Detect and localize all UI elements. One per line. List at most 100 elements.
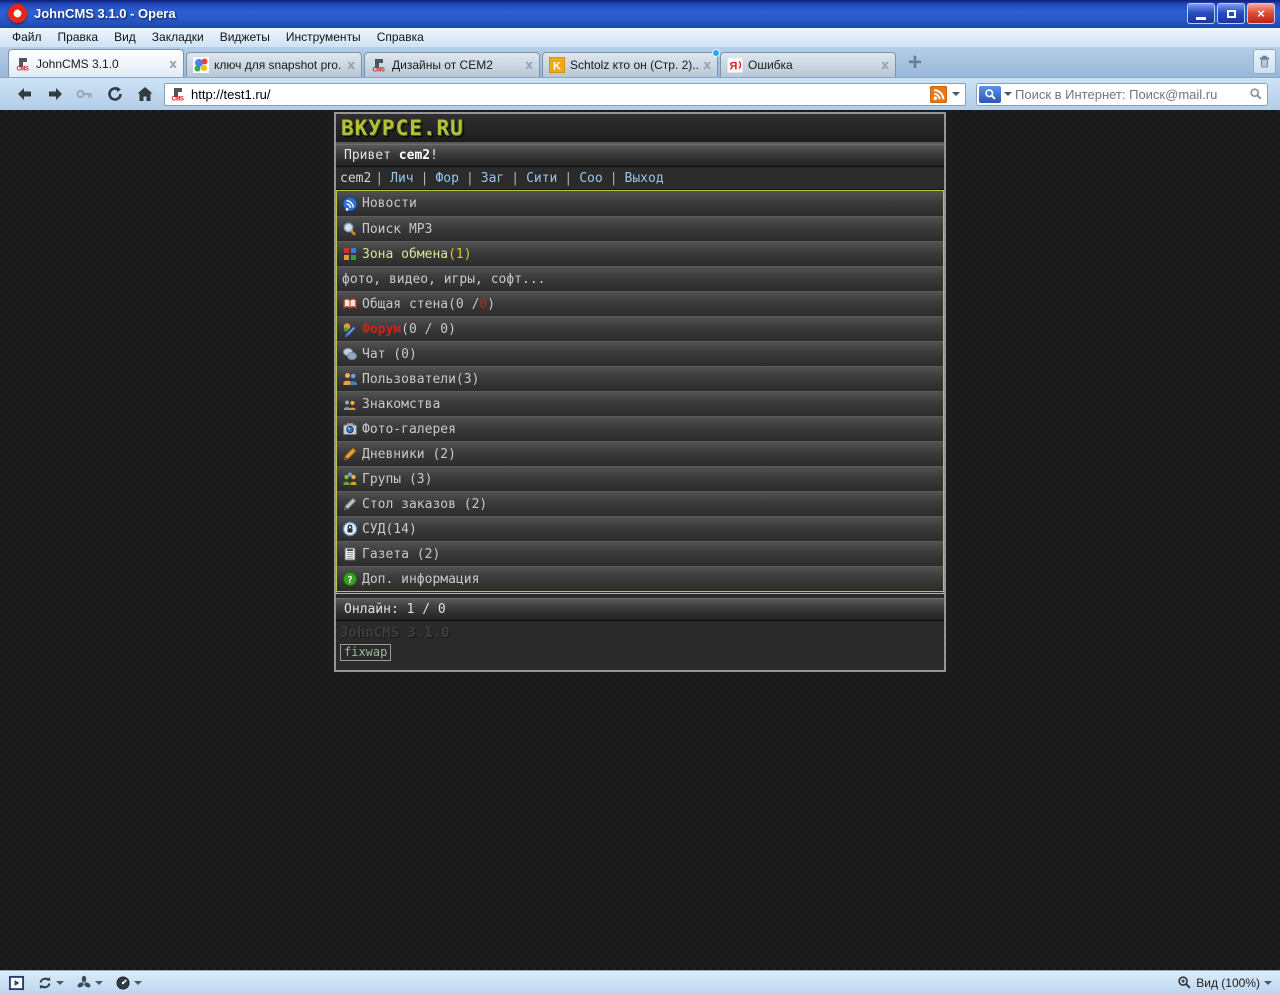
rss-dropdown-caret[interactable] <box>952 92 960 100</box>
nav-link-personal[interactable]: Лич <box>390 171 413 186</box>
orders-pencil-icon <box>342 496 358 512</box>
minimize-button[interactable] <box>1187 3 1215 24</box>
menu-item-exchange-zone[interactable]: Зона обмена (1) <box>337 241 943 266</box>
title-bar: JohnCMS 3.1.0 - Opera × <box>0 0 1280 28</box>
tab-close-icon[interactable]: x <box>703 58 711 72</box>
tab-snapshot-key[interactable]: ключ для snapshot pro... x <box>186 52 362 77</box>
new-tab-button[interactable]: + <box>908 51 922 75</box>
trash-icon <box>1257 54 1272 70</box>
reload-icon <box>105 84 125 104</box>
rss-icon[interactable] <box>930 86 947 103</box>
home-button[interactable] <box>130 82 160 106</box>
groups-icon <box>342 471 358 487</box>
search-field-container <box>976 83 1268 106</box>
nav-link-forum[interactable]: Фор <box>435 171 458 186</box>
closed-tabs-trash-button[interactable] <box>1253 49 1276 74</box>
search-engine-caret[interactable] <box>1004 92 1012 100</box>
main-menu: Новости Поиск MP3 Зона обмена (1) фото, … <box>336 190 944 594</box>
nav-link-city[interactable]: Сити <box>526 171 557 186</box>
close-icon: × <box>1257 7 1265 20</box>
tab-bar: CMS JohnCMS 3.1.0 x ключ для snapshot pr… <box>0 47 1280 78</box>
menu-item-newspaper[interactable]: Газета (2) <box>337 541 943 566</box>
browser-menu-bar: Файл Правка Вид Закладки Виджеты Инструм… <box>0 28 1280 47</box>
unite-icon <box>76 975 92 991</box>
tab-close-icon[interactable]: x <box>881 58 889 72</box>
tab-error[interactable]: Я Ошибка x <box>720 52 896 77</box>
back-button[interactable] <box>10 82 40 106</box>
question-icon: ? <box>342 571 358 587</box>
maximize-button[interactable] <box>1217 3 1245 24</box>
menu-item-forum[interactable]: Форум (0 / 0) <box>337 316 943 341</box>
k-favicon: K <box>549 57 565 73</box>
search-engine-button[interactable] <box>979 86 1001 103</box>
search-go-icon[interactable] <box>1249 87 1263 101</box>
cms-favicon: CMS <box>15 56 31 72</box>
menu-item-news[interactable]: Новости <box>337 191 943 216</box>
menu-item-wall[interactable]: Общая стена (0 / 0) <box>337 291 943 316</box>
address-field-container: CMS <box>164 83 966 106</box>
counter-badge[interactable]: fixwap <box>340 644 391 661</box>
svg-text:Я: Я <box>730 61 738 73</box>
sync-button[interactable] <box>37 975 64 991</box>
reload-button[interactable] <box>100 82 130 106</box>
forward-button[interactable] <box>40 82 70 106</box>
menu-item-chat[interactable]: Чат (0) <box>337 341 943 366</box>
nav-link-exit[interactable]: Выход <box>625 171 664 186</box>
turbo-button[interactable] <box>115 975 142 991</box>
minimize-icon <box>1196 17 1206 20</box>
menu-item-diaries[interactable]: Дневники (2) <box>337 441 943 466</box>
svg-text:?: ? <box>347 575 353 586</box>
menu-view[interactable]: Вид <box>106 28 144 47</box>
menu-tools[interactable]: Инструменты <box>278 28 369 47</box>
menu-item-extra-info[interactable]: ? Доп. информация <box>337 566 943 591</box>
unite-button[interactable] <box>76 975 103 991</box>
tab-close-icon[interactable]: x <box>525 58 533 72</box>
opera-logo-icon <box>8 4 27 23</box>
site-footer: JohnCMS 3.1.0 fixwap <box>336 621 944 670</box>
close-button[interactable]: × <box>1247 3 1275 24</box>
zoom-control[interactable]: Вид (100%) <box>1177 975 1272 990</box>
menu-item-groups[interactable]: Групы (3) <box>337 466 943 491</box>
nav-username: cem2 <box>340 171 371 186</box>
tab-close-icon[interactable]: x <box>169 57 177 71</box>
forum-icon <box>342 321 358 337</box>
menu-item-dating[interactable]: Знакомства <box>337 391 943 416</box>
chat-icon <box>342 346 358 362</box>
menu-file[interactable]: Файл <box>4 28 50 47</box>
turbo-caret[interactable] <box>134 981 142 989</box>
tab-johncms[interactable]: CMS JohnCMS 3.1.0 x <box>8 49 184 77</box>
yandex-favicon: Я <box>727 57 743 73</box>
site-container: ВКУРСЕ.RU Привет cem2! cem2 | Лич | Фор … <box>334 112 946 672</box>
menu-help[interactable]: Справка <box>369 28 432 47</box>
panels-toggle-button[interactable] <box>8 975 25 991</box>
tab-cem2-designs[interactable]: CMS Дизайны от CEM2 x <box>364 52 540 77</box>
address-input[interactable] <box>191 87 925 102</box>
menu-edit[interactable]: Правка <box>50 28 107 47</box>
tab-schtolz[interactable]: K Schtolz кто он (Стр. 2)... x <box>542 52 718 77</box>
menu-item-orders[interactable]: Стол заказов (2) <box>337 491 943 516</box>
tab-label: ключ для snapshot pro... <box>214 58 342 72</box>
tab-label: JohnCMS 3.1.0 <box>36 57 164 71</box>
zoom-caret <box>1264 981 1272 989</box>
menu-item-photo-gallery[interactable]: Фото-галерея <box>337 416 943 441</box>
cms-version: JohnCMS 3.1.0 <box>340 625 940 641</box>
wand-button[interactable] <box>70 82 100 106</box>
menu-bookmarks[interactable]: Закладки <box>144 28 212 47</box>
menu-item-sud[interactable]: СУД(14) <box>337 516 943 541</box>
greeting-username: cem2 <box>399 148 430 163</box>
sync-caret[interactable] <box>56 981 64 989</box>
menu-item-users[interactable]: Пользователи(3) <box>337 366 943 391</box>
menu-widgets[interactable]: Виджеты <box>212 28 278 47</box>
menu-item-mp3-search[interactable]: Поиск MP3 <box>337 216 943 241</box>
nav-link-messages[interactable]: Соо <box>579 171 602 186</box>
tab-close-icon[interactable]: x <box>347 58 355 72</box>
tab-label: Schtolz кто он (Стр. 2)... <box>570 58 698 72</box>
web-search-input[interactable] <box>1015 87 1246 102</box>
nav-link-downloads[interactable]: Заг <box>481 171 504 186</box>
newspaper-icon <box>342 546 358 562</box>
tab-label: Ошибка <box>748 58 876 72</box>
opera-window: JohnCMS 3.1.0 - Opera × Файл Правка Вид … <box>0 0 1280 994</box>
status-bar: Вид (100%) <box>0 970 1280 994</box>
unite-caret[interactable] <box>95 981 103 989</box>
google-favicon <box>193 57 209 73</box>
